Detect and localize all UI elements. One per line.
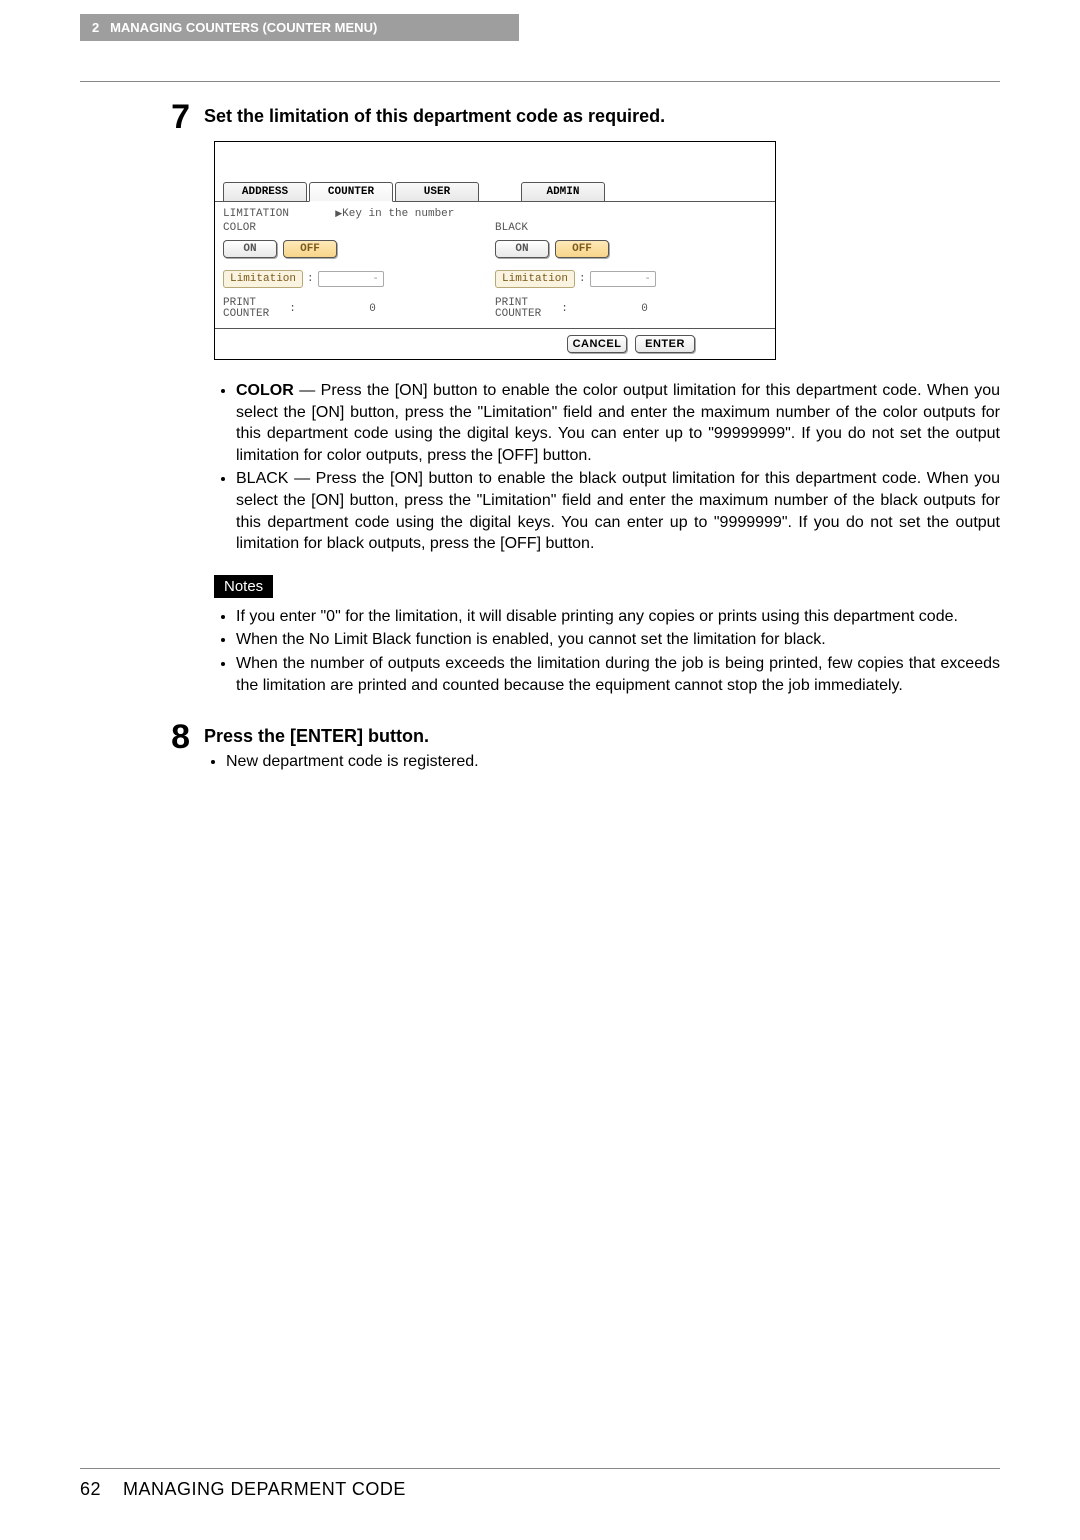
step7-bullets: COLOR — Press the [ON] button to enable … — [214, 380, 1000, 555]
hint-text: Key in the number — [342, 208, 454, 220]
color-limitation-field[interactable]: Limitation — [223, 270, 303, 288]
color-limitation-input[interactable]: - — [318, 271, 384, 287]
step-8: 8 Press the [ENTER] button. New departme… — [80, 720, 1000, 787]
step-8-title: Press the [ENTER] button. — [204, 726, 1000, 747]
tab-admin[interactable]: ADMIN — [521, 182, 605, 202]
tab-user[interactable]: USER — [395, 182, 479, 202]
panel-tabs: ADDRESS COUNTER USER ADMIN — [215, 182, 775, 202]
step-8-body: Press the [ENTER] button. New department… — [204, 720, 1000, 787]
black-label: BLACK — [495, 222, 767, 234]
footer-rule — [80, 1468, 1000, 1469]
panel-body: LIMITATION ▶Key in the number COLOR ON O… — [215, 201, 775, 328]
notes-label: Notes — [214, 575, 273, 598]
colon: : — [307, 273, 314, 285]
cancel-button[interactable]: CANCEL — [567, 335, 627, 353]
chapter-title: MANAGING COUNTERS (COUNTER MENU) — [110, 20, 377, 35]
bullet-black: BLACK — Press the [ON] button to enable … — [236, 468, 1000, 554]
limitation-label: LIMITATION — [223, 208, 289, 220]
page-footer: 62 MANAGING DEPARMENT CODE — [80, 1468, 1000, 1500]
step8-bullets: New department code is registered. — [204, 751, 1000, 773]
black-limitation-input[interactable]: - — [590, 271, 656, 287]
page-number: 62 — [80, 1479, 101, 1499]
bullet-color: COLOR — Press the [ON] button to enable … — [236, 380, 1000, 466]
enter-button[interactable]: ENTER — [635, 335, 695, 353]
color-label: COLOR — [223, 222, 495, 234]
footer-title: MANAGING DEPARMENT CODE — [123, 1479, 406, 1499]
step-7: 7 Set the limitation of this department … — [80, 100, 1000, 710]
colon: : — [289, 303, 296, 315]
color-print-counter-label: PRINT COUNTER — [223, 298, 269, 320]
black-print-counter-label: PRINT COUNTER — [495, 298, 541, 320]
black-column: BLACK ON OFF Limitation : - P — [495, 222, 767, 320]
step-7-body: Set the limitation of this department co… — [204, 100, 1000, 710]
tab-counter[interactable]: COUNTER — [309, 182, 393, 202]
note-2: When the No Limit Black function is enab… — [236, 629, 1000, 651]
chapter-header: 2 MANAGING COUNTERS (COUNTER MENU) — [80, 14, 519, 41]
main-content: 7 Set the limitation of this department … — [80, 81, 1000, 787]
color-on-button[interactable]: ON — [223, 240, 277, 258]
black-print-counter-value: 0 — [588, 303, 648, 315]
step-7-title: Set the limitation of this department co… — [204, 106, 1000, 127]
colon: : — [579, 273, 586, 285]
color-off-button[interactable]: OFF — [283, 240, 337, 258]
black-on-button[interactable]: ON — [495, 240, 549, 258]
color-print-counter-value: 0 — [316, 303, 376, 315]
black-limitation-field[interactable]: Limitation — [495, 270, 575, 288]
device-panel: ADDRESS COUNTER USER ADMIN LIMITATION ▶K… — [214, 141, 776, 360]
tab-address[interactable]: ADDRESS — [223, 182, 307, 202]
step-8-number: 8 — [160, 720, 190, 787]
color-column: COLOR ON OFF Limitation : - P — [223, 222, 495, 320]
limitation-line: LIMITATION ▶Key in the number — [223, 208, 767, 220]
panel-footer: CANCEL ENTER — [215, 328, 775, 359]
black-off-button[interactable]: OFF — [555, 240, 609, 258]
top-rule — [80, 81, 1000, 82]
chapter-number: 2 — [92, 20, 99, 35]
panel-blank — [215, 142, 775, 182]
notes-bullets: If you enter "0" for the limitation, it … — [214, 606, 1000, 696]
note-1: If you enter "0" for the limitation, it … — [236, 606, 1000, 628]
note-3: When the number of outputs exceeds the l… — [236, 653, 1000, 696]
step-7-number: 7 — [160, 100, 190, 710]
colon: : — [561, 303, 568, 315]
footer-text: 62 MANAGING DEPARMENT CODE — [80, 1479, 1000, 1500]
step8-bullet: New department code is registered. — [226, 751, 1000, 773]
